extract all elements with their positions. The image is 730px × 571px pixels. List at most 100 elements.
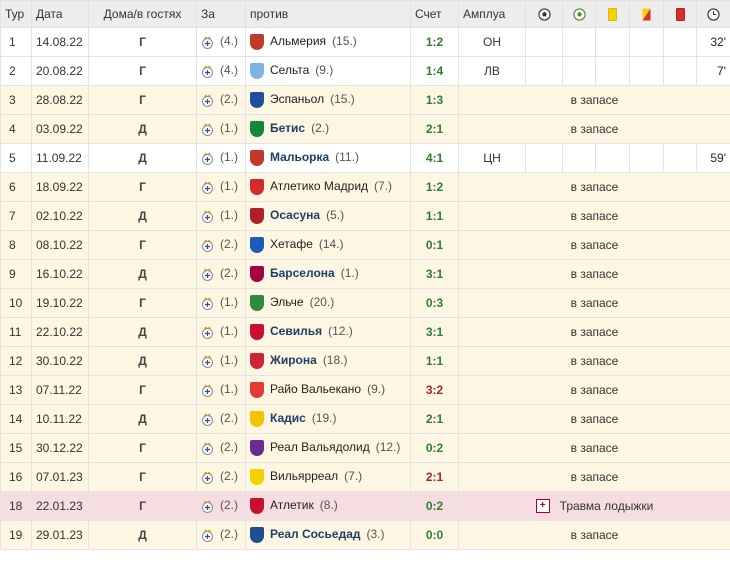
opponent-cell[interactable]: Эльче (20.) — [245, 288, 411, 318]
opponent-name[interactable]: Хетафе — [270, 237, 313, 251]
match-score[interactable]: 1:4 — [410, 56, 459, 86]
opponent-cell[interactable]: Бетис (2.) — [245, 114, 411, 144]
opponent-crest-icon — [250, 498, 264, 514]
table-row[interactable]: 18 22.01.23 Г (2.) Атлетик (8.) 0:2 + Травма лод… — [0, 491, 730, 521]
table-row[interactable]: 6 18.09.22 Г (1.) Атлетико Мадрид (7.) 1:2 в за… — [0, 172, 730, 202]
opponent-name[interactable]: Барселона — [270, 266, 335, 280]
clock-icon — [707, 8, 720, 21]
tour-number: 7 — [0, 201, 32, 231]
opponent-cell[interactable]: Альмерия (15.) — [245, 27, 411, 57]
opponent-name[interactable]: Сельта — [270, 63, 309, 77]
opponent-crest-icon — [250, 469, 264, 485]
yellow-cell — [595, 143, 630, 173]
opponent-name[interactable]: Атлетико Мадрид — [270, 179, 368, 193]
opponent-cell[interactable]: Хетафе (14.) — [245, 230, 411, 260]
match-score[interactable]: 0:1 — [410, 230, 459, 260]
opponent-name[interactable]: Атлетик — [270, 498, 314, 512]
opponent-cell[interactable]: Райо Вальекано (9.) — [245, 375, 411, 405]
opponent-cell[interactable]: Мальорка (11.) — [245, 143, 411, 173]
opponent-cell[interactable]: Кадис (19.) — [245, 404, 411, 434]
table-row[interactable]: 14 10.11.22 Д (2.) Кадис (19.) 2:1 в запасе — [0, 404, 730, 434]
match-score[interactable]: 1:1 — [410, 201, 459, 231]
tour-number: 16 — [0, 462, 32, 492]
opponent-name[interactable]: Мальорка — [270, 150, 329, 164]
tour-number: 18 — [0, 491, 32, 521]
table-row[interactable]: 3 28.08.22 Г (2.) Эспаньол (15.) 1:3 в запасе — [0, 85, 730, 115]
table-row[interactable]: 19 29.01.23 Д (2.) Реал Сосьедад (3.) 0:0 в зап… — [0, 520, 730, 550]
table-row[interactable]: 8 08.10.22 Г (2.) Хетафе (14.) 0:1 в запасе — [0, 230, 730, 260]
opponent-name[interactable]: Жирона — [270, 353, 317, 367]
opponent-name[interactable]: Альмерия — [270, 34, 326, 48]
opponent-name[interactable]: Эспаньол — [270, 92, 324, 106]
opponent-cell[interactable]: Осасуна (5.) — [245, 201, 411, 231]
table-row[interactable]: 5 11.09.22 Д (1.) Мальорка (11.) 4:1 ЦН 59' — [0, 143, 730, 173]
match-score[interactable]: 0:2 — [410, 433, 459, 463]
second-yellow-cell — [629, 27, 664, 57]
opponent-crest-icon — [250, 208, 264, 224]
opponent-cell[interactable]: Севилья (12.) — [245, 317, 411, 347]
opponent-cell[interactable]: Барселона (1.) — [245, 259, 411, 289]
opponent-cell[interactable]: Реал Сосьедад (3.) — [245, 520, 411, 550]
table-row[interactable]: 1 14.08.22 Г (4.) Альмерия (15.) 1:2 ОН 32' — [0, 27, 730, 57]
opponent-cell[interactable]: Атлетик (8.) — [245, 491, 411, 521]
match-score[interactable]: 2:1 — [410, 462, 459, 492]
match-score[interactable]: 3:2 — [410, 375, 459, 405]
match-score[interactable]: 0:3 — [410, 288, 459, 318]
match-score[interactable]: 1:3 — [410, 85, 459, 115]
opponent-cell[interactable]: Сельта (9.) — [245, 56, 411, 86]
match-score[interactable]: 4:1 — [410, 143, 459, 173]
opponent-cell[interactable]: Жирона (18.) — [245, 346, 411, 376]
opponent-cell[interactable]: Эспаньол (15.) — [245, 85, 411, 115]
real-madrid-crest-icon — [202, 529, 213, 542]
za-team: (2.) — [196, 520, 246, 550]
real-madrid-crest-icon — [202, 384, 213, 397]
opponent-rank: (18.) — [322, 353, 348, 368]
match-score[interactable]: 1:1 — [410, 346, 459, 376]
za-team: (2.) — [196, 85, 246, 115]
tour-number: 19 — [0, 520, 32, 550]
table-row[interactable]: 4 03.09.22 Д (1.) Бетис (2.) 2:1 в запасе — [0, 114, 730, 144]
opponent-name[interactable]: Севилья — [270, 324, 322, 338]
opponent-rank: (15.) — [332, 34, 357, 49]
match-date: 22.10.22 — [31, 317, 89, 347]
opponent-cell[interactable]: Реал Вальядолид (12.) — [245, 433, 411, 463]
goals-cell — [525, 27, 563, 57]
table-row[interactable]: 11 22.10.22 Д (1.) Севилья (12.) 3:1 в запасе — [0, 317, 730, 347]
status-note: в запасе — [458, 317, 730, 347]
za-rank: (2.) — [220, 440, 238, 455]
table-row[interactable]: 9 16.10.22 Д (2.) Барселона (1.) 3:1 в запасе — [0, 259, 730, 289]
match-score[interactable]: 0:2 — [410, 491, 459, 521]
opponent-rank: (7.) — [374, 179, 393, 194]
match-score[interactable]: 3:1 — [410, 317, 459, 347]
opponent-name[interactable]: Реал Сосьедад — [270, 527, 360, 541]
opponent-name[interactable]: Райо Вальекано — [270, 382, 361, 396]
opponent-cell[interactable]: Атлетико Мадрид (7.) — [245, 172, 411, 202]
opponent-name[interactable]: Вильярреал — [270, 469, 338, 483]
player-position: ЛВ — [458, 56, 526, 86]
match-score[interactable]: 2:1 — [410, 114, 459, 144]
opponent-name[interactable]: Осасуна — [270, 208, 320, 222]
table-row[interactable]: 12 30.10.22 Д (1.) Жирона (18.) 1:1 в запасе — [0, 346, 730, 376]
table-row[interactable]: 2 20.08.22 Г (4.) Сельта (9.) 1:4 ЛВ 7' — [0, 56, 730, 86]
opponent-rank: (9.) — [315, 63, 334, 78]
status-note-text: Травма лодыжки — [559, 498, 654, 513]
match-score[interactable]: 1:2 — [410, 172, 459, 202]
table-row[interactable]: 7 02.10.22 Д (1.) Осасуна (5.) 1:1 в запасе — [0, 201, 730, 231]
table-row[interactable]: 16 07.01.23 Г (2.) Вильярреал (7.) 2:1 в запасе — [0, 462, 730, 492]
opponent-name[interactable]: Бетис — [270, 121, 305, 135]
match-date: 28.08.22 — [31, 85, 89, 115]
opponent-name[interactable]: Реал Вальядолид — [270, 440, 370, 454]
opponent-name[interactable]: Эльче — [270, 295, 304, 309]
minutes-played: 32' — [696, 27, 730, 57]
real-madrid-crest-icon — [202, 152, 213, 165]
opponent-name[interactable]: Кадис — [270, 411, 306, 425]
table-row[interactable]: 15 30.12.22 Г (2.) Реал Вальядолид (12.) 0:2 в … — [0, 433, 730, 463]
opponent-cell[interactable]: Вильярреал (7.) — [245, 462, 411, 492]
table-row[interactable]: 10 19.10.22 Г (1.) Эльче (20.) 0:3 в запасе — [0, 288, 730, 318]
match-score[interactable]: 0:0 — [410, 520, 459, 550]
match-score[interactable]: 3:1 — [410, 259, 459, 289]
match-score[interactable]: 1:2 — [410, 27, 459, 57]
table-row[interactable]: 13 07.11.22 Г (1.) Райо Вальекано (9.) 3:2 в за… — [0, 375, 730, 405]
match-score[interactable]: 2:1 — [410, 404, 459, 434]
status-note: в запасе — [458, 375, 730, 405]
